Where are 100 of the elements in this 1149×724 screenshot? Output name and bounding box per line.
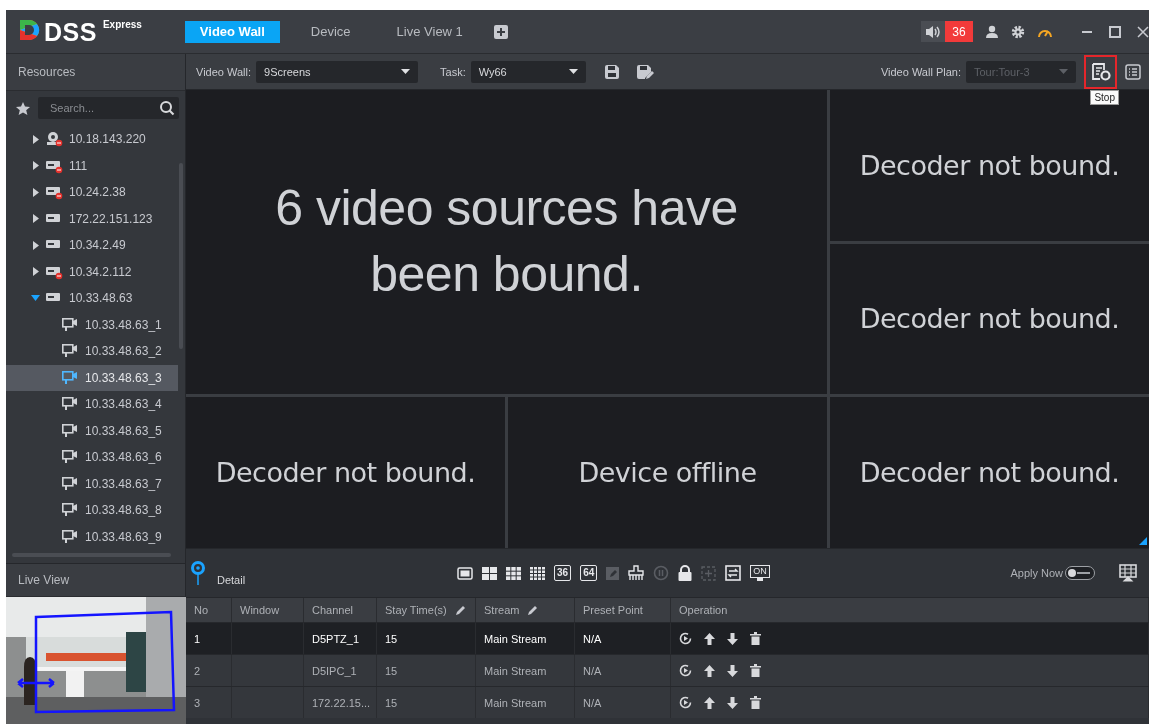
- add-tab-button[interactable]: [493, 24, 508, 39]
- save-edit-icon[interactable]: [635, 63, 654, 80]
- settings-icon[interactable]: [1011, 24, 1025, 39]
- alarm-button[interactable]: 36: [921, 21, 973, 42]
- four-screen-icon[interactable]: [482, 566, 497, 580]
- sixteen-screen-icon[interactable]: [530, 566, 545, 580]
- screen-on-button[interactable]: ON: [750, 565, 770, 581]
- move-down-icon[interactable]: [727, 696, 738, 709]
- screen-status: Decoder not bound.: [215, 457, 476, 489]
- play-icon[interactable]: [679, 696, 692, 709]
- caret-icon: [1059, 69, 1068, 74]
- collapsed-arrow-icon[interactable]: [31, 187, 40, 197]
- layout-button[interactable]: 36: [554, 565, 572, 581]
- tree-item[interactable]: 10.33.48.63_6: [6, 444, 178, 471]
- field-label: Video Wall:: [196, 65, 252, 78]
- tree-item[interactable]: 10.33.48.63_4: [6, 391, 178, 418]
- table-row[interactable]: 3 172.22.15... 15 Main Stream N/A: [186, 686, 1149, 718]
- nine-screen-icon[interactable]: [506, 566, 521, 580]
- table-cell: 15: [385, 664, 398, 677]
- brush-icon[interactable]: [628, 565, 645, 581]
- expanded-arrow-icon[interactable]: [31, 295, 40, 302]
- caret-icon: [401, 69, 411, 74]
- resize-grip-icon[interactable]: [1139, 537, 1147, 545]
- tree-item[interactable]: 10.33.48.63_9: [6, 523, 178, 550]
- camera-channel-icon: [62, 528, 79, 545]
- tree-item[interactable]: 10.34.2.112: [6, 258, 178, 285]
- screen-status: Decoder not bound.: [859, 149, 1120, 181]
- move-down-icon[interactable]: [727, 632, 738, 645]
- tree-item[interactable]: 10.33.48.63_2: [6, 338, 178, 365]
- table-cell: N/A: [583, 696, 602, 709]
- table-cell: D5IPC_1: [312, 664, 357, 677]
- tab[interactable]: Live View 1: [381, 20, 478, 43]
- screen-status: Decoder not bound.: [859, 457, 1120, 489]
- screen-status: Device offline: [578, 457, 757, 489]
- single-screen-icon[interactable]: [457, 566, 473, 580]
- lock-icon[interactable]: [678, 565, 693, 581]
- app-logo-name: DSS: [44, 17, 97, 46]
- collapsed-arrow-icon[interactable]: [31, 134, 40, 144]
- table-cell: Main Stream: [484, 696, 547, 709]
- camera-channel-icon: [62, 343, 79, 360]
- search-icon[interactable]: [159, 100, 175, 116]
- maximize-icon[interactable]: [1109, 25, 1121, 38]
- delete-icon[interactable]: [750, 696, 761, 709]
- table-cell: 15: [385, 632, 398, 645]
- table-row[interactable]: 2 D5IPC_1 15 Main Stream N/A: [186, 654, 1149, 686]
- toggle-switch[interactable]: [1065, 566, 1095, 580]
- panel-title: Live View: [6, 563, 185, 597]
- move-up-icon[interactable]: [704, 696, 715, 709]
- tree-item[interactable]: 10.33.48.63_3: [6, 364, 178, 391]
- tree-item[interactable]: 10.33.48.63_8: [6, 497, 178, 524]
- pencil-icon[interactable]: [454, 604, 466, 616]
- move-up-icon[interactable]: [704, 664, 715, 677]
- collapsed-arrow-icon[interactable]: [31, 240, 40, 250]
- star-icon[interactable]: [16, 101, 30, 115]
- play-icon[interactable]: [679, 664, 692, 677]
- camera-channel-icon: [62, 316, 79, 333]
- user-icon[interactable]: [985, 24, 999, 39]
- tree-item[interactable]: 10.33.48.63_1: [6, 311, 178, 338]
- pencil-icon[interactable]: [527, 604, 539, 616]
- camera-channel-icon: [62, 475, 79, 492]
- document-stop-icon: [1090, 62, 1111, 81]
- app-edition: Express: [102, 18, 142, 30]
- search-field[interactable]: Search...: [38, 97, 179, 119]
- table-cell: 2: [194, 664, 201, 677]
- toggle-label: Apply Now: [1010, 567, 1063, 579]
- move-down-icon[interactable]: [727, 664, 738, 677]
- dropdown[interactable]: Wy66: [470, 60, 586, 83]
- list-icon[interactable]: [1125, 63, 1141, 80]
- table-row[interactable]: 1 D5PTZ_1 15 Main Stream N/A: [186, 622, 1149, 654]
- tree-item[interactable]: 10.24.2.38: [6, 179, 178, 206]
- caret-icon: [568, 69, 578, 74]
- panel-title: Resources: [6, 54, 185, 91]
- collapsed-arrow-icon[interactable]: [31, 161, 40, 171]
- tree-item[interactable]: 172.22.151.123: [6, 205, 178, 232]
- screen-status: Decoder not bound.: [859, 303, 1120, 335]
- tree-item[interactable]: 10.33.48.63_7: [6, 470, 178, 497]
- tree-item[interactable]: 10.33.48.63_5: [6, 417, 178, 444]
- table-cell: Main Stream: [484, 664, 547, 677]
- tree-item[interactable]: 111: [6, 152, 178, 179]
- wall-settings-icon[interactable]: [1119, 564, 1137, 582]
- tree-item[interactable]: 10.33.48.63: [6, 285, 178, 312]
- table-cell: 15: [385, 696, 398, 709]
- swap-icon[interactable]: [725, 565, 742, 581]
- delete-icon[interactable]: [750, 632, 761, 645]
- tree-item[interactable]: 10.18.143.220: [6, 126, 178, 153]
- collapsed-arrow-icon[interactable]: [31, 267, 40, 277]
- table-cell: 1: [194, 632, 201, 645]
- tree-item[interactable]: 10.34.2.49: [6, 232, 178, 259]
- dropdown[interactable]: 9Screens: [256, 60, 419, 83]
- tab[interactable]: Device: [295, 20, 366, 43]
- table-cell: N/A: [583, 664, 602, 677]
- collapsed-arrow-icon[interactable]: [31, 214, 40, 224]
- delete-icon[interactable]: [750, 664, 761, 677]
- close-icon[interactable]: [1137, 25, 1149, 38]
- play-icon[interactable]: [679, 632, 692, 645]
- move-up-icon[interactable]: [704, 632, 715, 645]
- save-icon[interactable]: [603, 63, 620, 80]
- layout-button[interactable]: 64: [580, 565, 598, 581]
- table-cell: Main Stream: [484, 632, 547, 645]
- tooltip: Stop: [1090, 89, 1119, 105]
